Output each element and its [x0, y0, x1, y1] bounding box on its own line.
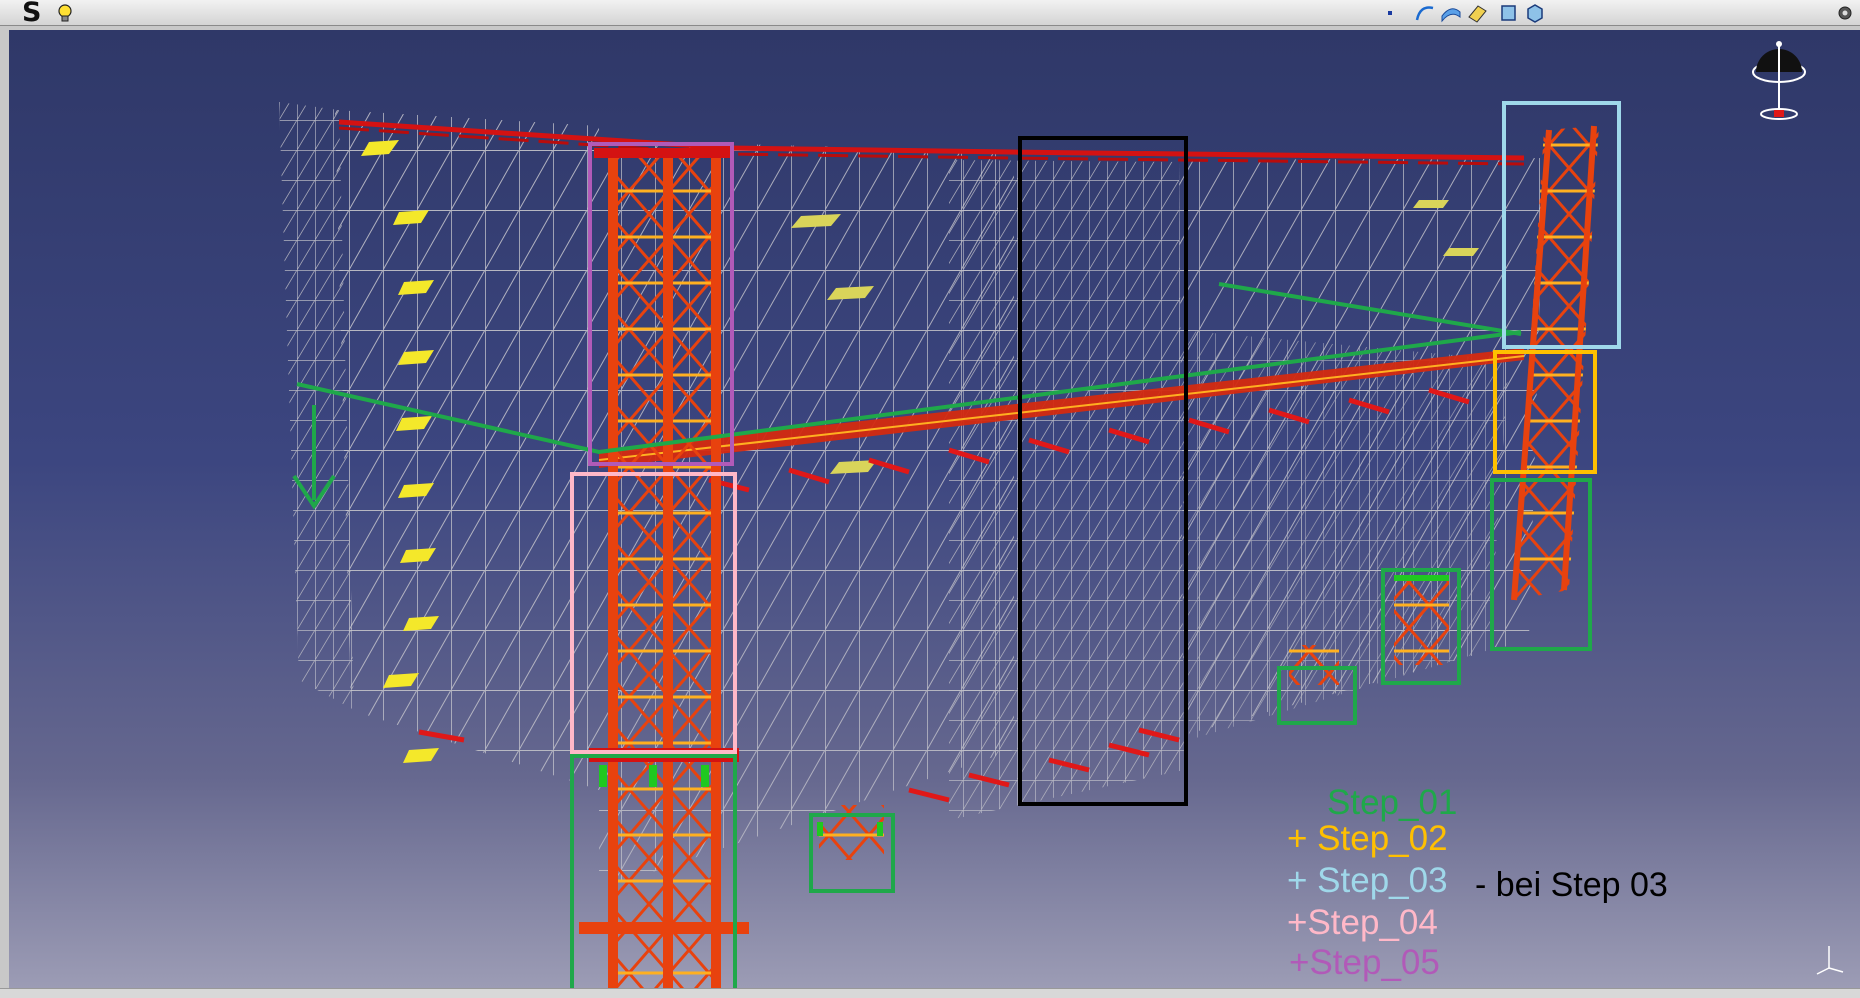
- sketch-icon[interactable]: [1466, 2, 1488, 24]
- lightbulb-icon[interactable]: [54, 2, 76, 24]
- mini-tower-2: [1289, 645, 1339, 685]
- surface-icon[interactable]: [1440, 2, 1462, 24]
- axis-triad-icon: [1816, 946, 1844, 975]
- legend-step-02: + Step_02: [1287, 819, 1448, 858]
- legend-step-05: +Step_05: [1289, 943, 1440, 982]
- app-logo: S: [22, 0, 42, 28]
- left-border: [0, 26, 9, 988]
- legend-step-04: +Step_04: [1287, 903, 1438, 942]
- legend-note: - bei Step 03: [1475, 866, 1668, 904]
- view-iso-icon[interactable]: [1524, 2, 1546, 24]
- scaffold-core: [949, 160, 1184, 820]
- compass-icon[interactable]: [1744, 34, 1814, 124]
- mini-tower-1: [1394, 575, 1449, 665]
- curve-icon[interactable]: [1414, 2, 1436, 24]
- status-bar: [0, 988, 1860, 998]
- step-legend: Step_01 + Step_02 + Step_03 - bei Step 0…: [1287, 782, 1727, 982]
- legend-step-03: + Step_03: [1287, 861, 1448, 900]
- scaffold-left-block: [335, 110, 599, 790]
- settings-icon[interactable]: [1834, 2, 1856, 24]
- point-icon[interactable]: [1386, 2, 1394, 24]
- 3d-viewport[interactable]: Step_01 + Step_02 + Step_03 - bei Step 0…: [9, 30, 1860, 988]
- top-toolbar: S: [0, 0, 1860, 26]
- view-front-icon[interactable]: [1498, 2, 1520, 24]
